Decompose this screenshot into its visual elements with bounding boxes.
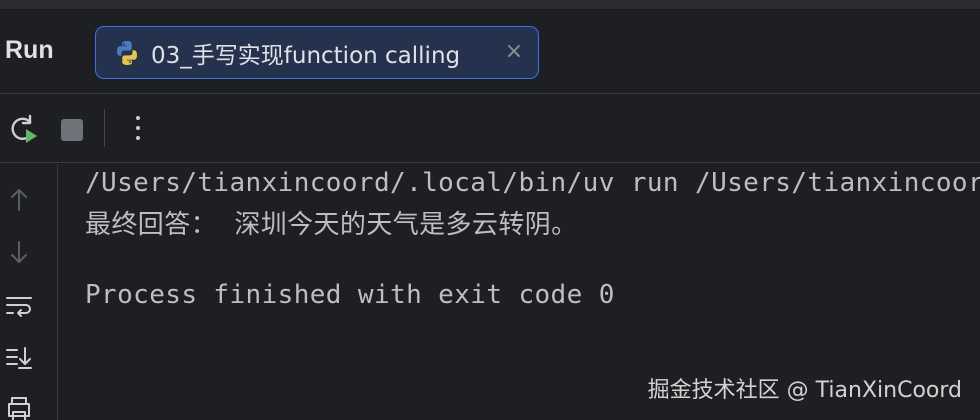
watermark: 掘金技术社区 @ TianXinCoord xyxy=(647,378,962,403)
console-line-answer: 最终回答： 深圳今天的天气是多云转阴。 xyxy=(85,210,578,240)
rerun-icon xyxy=(11,114,37,143)
rerun-button[interactable] xyxy=(4,111,40,147)
top-border xyxy=(0,0,980,10)
scroll-up-icon[interactable] xyxy=(4,184,34,214)
toolbar-separator xyxy=(104,109,105,147)
console-line-command: /Users/tianxincoord/.local/bin/uv run /U… xyxy=(85,168,980,198)
stop-icon xyxy=(61,119,83,141)
run-panel-title: Run xyxy=(5,36,54,64)
close-icon[interactable]: × xyxy=(502,40,526,64)
tab-run-configuration[interactable]: 03_手写实现function calling × xyxy=(95,26,539,79)
run-toolbar xyxy=(0,95,980,163)
stop-button[interactable] xyxy=(58,111,94,147)
run-tool-window: Run 03_手写实现function calling × /Users/tia… xyxy=(0,0,980,420)
tab-label: 03_手写实现function calling xyxy=(151,42,461,69)
more-options-button[interactable] xyxy=(124,111,160,147)
scroll-to-end-icon[interactable] xyxy=(4,342,34,372)
soft-wrap-icon[interactable] xyxy=(4,290,34,320)
run-header: Run 03_手写实现function calling × xyxy=(0,10,980,94)
python-icon xyxy=(117,40,137,65)
print-icon[interactable] xyxy=(4,394,34,420)
console-line-exit: Process finished with exit code 0 xyxy=(85,280,615,310)
scroll-down-icon[interactable] xyxy=(4,238,34,268)
console-side-toolbar xyxy=(0,164,58,420)
